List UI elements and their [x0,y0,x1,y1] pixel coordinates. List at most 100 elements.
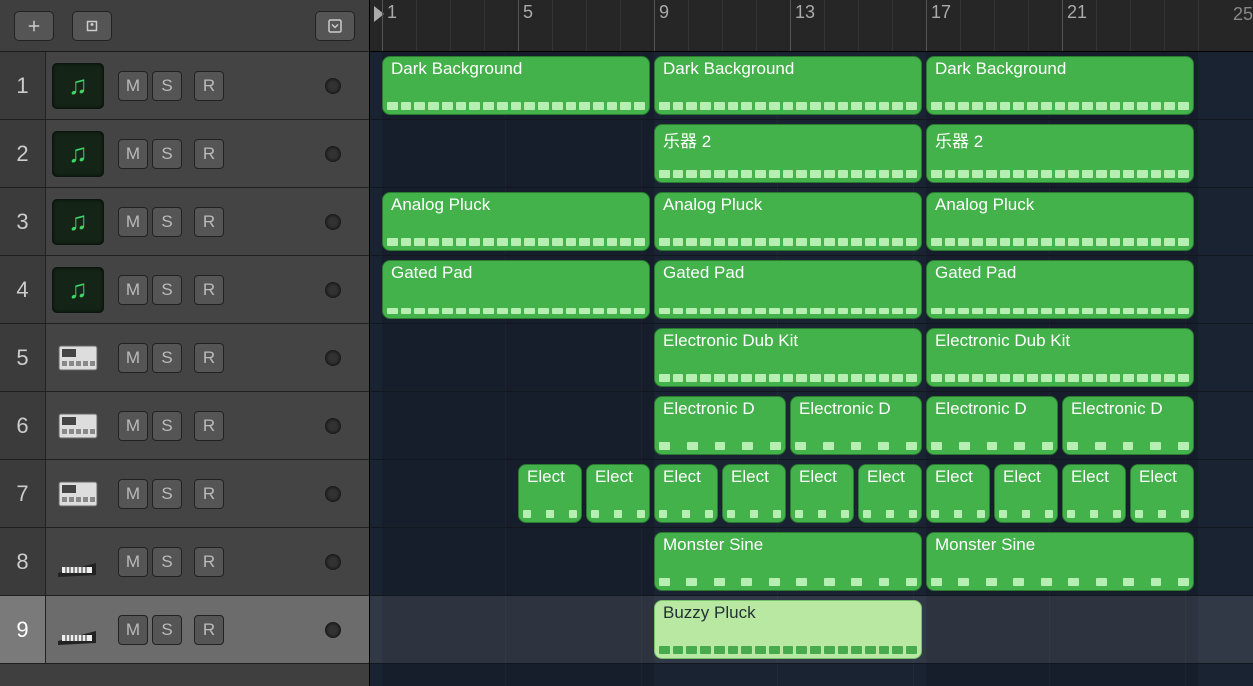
region[interactable]: Dark Background [654,56,922,115]
automation-dot[interactable] [325,146,341,162]
region[interactable]: 乐器 2 [654,124,922,183]
region[interactable]: Buzzy Pluck [654,600,922,659]
record-enable-button[interactable]: R [194,411,224,441]
region[interactable]: Analog Pluck [382,192,650,251]
solo-button[interactable]: S [152,547,182,577]
mute-button[interactable]: M [118,479,148,509]
track-icon[interactable]: ♫ [52,199,104,245]
region[interactable]: Electronic D [654,396,786,455]
region[interactable]: Gated Pad [654,260,922,319]
region[interactable]: Monster Sine [654,532,922,591]
timeline-ruler[interactable]: 159131721 25 [370,0,1253,52]
record-enable-button[interactable]: R [194,71,224,101]
automation-dot[interactable] [325,554,341,570]
arrange-lane-4[interactable]: Gated PadGated PadGated Pad [370,256,1253,324]
region[interactable]: Analog Pluck [654,192,922,251]
solo-button[interactable]: S [152,71,182,101]
record-enable-button[interactable]: R [194,479,224,509]
region[interactable]: Elect [858,464,922,523]
region[interactable]: Elect [1062,464,1126,523]
arrange-lane-1[interactable]: Dark BackgroundDark BackgroundDark Backg… [370,52,1253,120]
mute-button[interactable]: M [118,207,148,237]
arrange-lane-9[interactable]: Buzzy Pluck [370,596,1253,664]
track-header-1[interactable]: 1 ♫ M S R [0,52,369,120]
automation-dot[interactable] [325,622,341,638]
automation-dot[interactable] [325,350,341,366]
region[interactable]: Monster Sine [926,532,1194,591]
track-icon[interactable] [52,539,104,585]
solo-button[interactable]: S [152,479,182,509]
track-header-6[interactable]: 6 M S R [0,392,369,460]
track-header-3[interactable]: 3 ♫ M S R [0,188,369,256]
track-header-7[interactable]: 7 M S R [0,460,369,528]
region[interactable]: Electronic Dub Kit [926,328,1194,387]
arrange-lane-7[interactable]: ElectElectElectElectElectElectElectElect… [370,460,1253,528]
record-enable-button[interactable]: R [194,547,224,577]
region[interactable]: Elect [926,464,990,523]
mute-button[interactable]: M [118,71,148,101]
arrange-lane-8[interactable]: Monster SineMonster Sine [370,528,1253,596]
region[interactable]: Dark Background [926,56,1194,115]
track-header-9[interactable]: 9 M S R [0,596,369,664]
region[interactable]: Dark Background [382,56,650,115]
track-icon[interactable] [52,607,104,653]
arrange-lane-5[interactable]: Electronic Dub KitElectronic Dub Kit [370,324,1253,392]
solo-button[interactable]: S [152,615,182,645]
music-note-icon: ♫ [68,206,88,237]
region[interactable]: Elect [722,464,786,523]
track-icon[interactable] [52,403,104,449]
track-icon[interactable]: ♫ [52,63,104,109]
automation-dot[interactable] [325,418,341,434]
solo-button[interactable]: S [152,343,182,373]
region[interactable]: Elect [518,464,582,523]
region[interactable]: Electronic D [926,396,1058,455]
arrange-lane-2[interactable]: 乐器 2乐器 2 [370,120,1253,188]
region[interactable]: Electronic D [790,396,922,455]
region[interactable]: Gated Pad [926,260,1194,319]
automation-dot[interactable] [325,486,341,502]
duplicate-track-button[interactable] [72,11,112,41]
track-header-8[interactable]: 8 M S R [0,528,369,596]
arrangement-timeline[interactable]: 159131721 25 Dark BackgroundDark Backgro… [370,0,1253,686]
solo-button[interactable]: S [152,411,182,441]
mute-button[interactable]: M [118,139,148,169]
region[interactable]: Electronic Dub Kit [654,328,922,387]
region[interactable]: Elect [790,464,854,523]
region[interactable]: Elect [586,464,650,523]
mute-button[interactable]: M [118,547,148,577]
mute-button[interactable]: M [118,275,148,305]
add-track-button[interactable] [14,11,54,41]
track-header-4[interactable]: 4 ♫ M S R [0,256,369,324]
track-header-2[interactable]: 2 ♫ M S R [0,120,369,188]
region[interactable]: Elect [1130,464,1194,523]
track-icon[interactable] [52,471,104,517]
track-icon[interactable]: ♫ [52,131,104,177]
region[interactable]: Elect [994,464,1058,523]
mute-button[interactable]: M [118,343,148,373]
record-enable-button[interactable]: R [194,615,224,645]
region[interactable]: Electronic D [1062,396,1194,455]
automation-dot[interactable] [325,282,341,298]
solo-button[interactable]: S [152,139,182,169]
mute-button[interactable]: M [118,615,148,645]
arrange-lane-6[interactable]: Electronic DElectronic DElectronic DElec… [370,392,1253,460]
automation-dot[interactable] [325,78,341,94]
region[interactable]: Analog Pluck [926,192,1194,251]
region[interactable]: 乐器 2 [926,124,1194,183]
record-enable-button[interactable]: R [194,343,224,373]
region[interactable]: Gated Pad [382,260,650,319]
track-number: 6 [0,392,46,459]
region[interactable]: Elect [654,464,718,523]
solo-button[interactable]: S [152,275,182,305]
track-icon[interactable] [52,335,104,381]
track-header-5[interactable]: 5 M S R [0,324,369,392]
arrange-lane-3[interactable]: Analog PluckAnalog PluckAnalog Pluck [370,188,1253,256]
mute-button[interactable]: M [118,411,148,441]
solo-button[interactable]: S [152,207,182,237]
track-options-button[interactable] [315,11,355,41]
record-enable-button[interactable]: R [194,207,224,237]
record-enable-button[interactable]: R [194,275,224,305]
automation-dot[interactable] [325,214,341,230]
track-icon[interactable]: ♫ [52,267,104,313]
record-enable-button[interactable]: R [194,139,224,169]
